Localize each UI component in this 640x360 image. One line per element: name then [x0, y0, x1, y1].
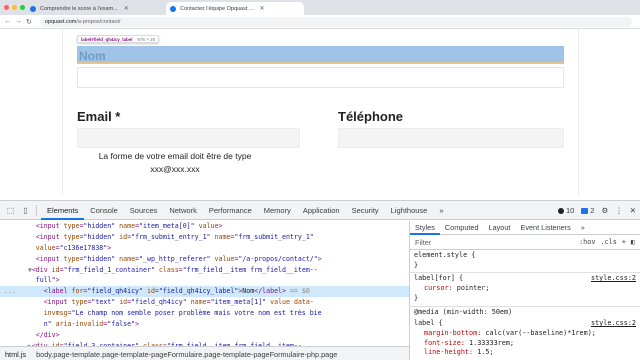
close-tab-icon[interactable]: ✕	[260, 5, 265, 12]
address-bar: ← → ↻ opquast.com/a-propos/contact/	[0, 15, 640, 29]
rule-label[interactable]: style.css:2 label { margin-bottom: calc(…	[410, 318, 640, 360]
error-line-1: La forme de votre email doit être de typ…	[98, 151, 252, 161]
tab-layout[interactable]: Layout	[484, 221, 516, 235]
nom-input[interactable]	[77, 67, 564, 88]
content-left-border	[62, 29, 63, 195]
style-rules: element.style { } style.css:2 label[for]…	[410, 250, 640, 360]
error-dot-icon	[557, 207, 564, 214]
styles-filter-bar: Filter :hov .cls + ◧	[410, 235, 640, 250]
media-query-header: @media (min-width: 50em)	[414, 307, 513, 316]
tooltip-size: 976 × 26	[137, 36, 156, 42]
styles-filter-input[interactable]: Filter	[415, 238, 579, 247]
rule-source-link[interactable]: style.css:2	[591, 319, 636, 329]
browser-tabstrip: Comprendre le score à l'exam... ✕ Contac…	[0, 0, 640, 15]
error-line-2: xxx@xxx.xxx	[150, 164, 200, 174]
devtools-panel: ⬚ ▯ Elements Console Sources Network Per…	[0, 200, 640, 360]
favicon-icon	[30, 5, 36, 12]
issues-count: 10	[565, 206, 575, 215]
sidebar-toggle-icon[interactable]: ◧	[631, 238, 635, 246]
new-rule-icon[interactable]: +	[622, 238, 626, 246]
tab-styles[interactable]: Styles	[410, 221, 440, 235]
email-error-message: La forme de votre email doit être de typ…	[80, 150, 270, 176]
browser-tab-contact[interactable]: Contactez l'équipe Opquast ... ✕	[166, 2, 304, 15]
close-window-icon[interactable]	[4, 5, 9, 10]
dom-node[interactable]: </div>	[0, 330, 409, 341]
favicon-icon	[170, 5, 176, 12]
tab-performance[interactable]: Performance	[203, 201, 258, 220]
hov-toggle[interactable]: :hov	[579, 238, 595, 246]
devtools-right-tools: 10 2 ⚙ ⋮ ✕	[557, 201, 636, 220]
tab-lighthouse[interactable]: Lighthouse	[385, 201, 434, 220]
telephone-input[interactable]	[338, 128, 564, 148]
tab-application[interactable]: Application	[297, 201, 346, 220]
issues-badge[interactable]: 10	[557, 206, 575, 215]
dom-node[interactable]: <input type="text" id="field_qh4icy" nam…	[0, 297, 409, 308]
page-viewport: Nom label#field_qh4icy_label 976 × 26 Em…	[0, 29, 640, 195]
more-tabs-button[interactable]: »	[433, 201, 449, 220]
email-input[interactable]	[77, 128, 300, 148]
close-devtools-icon[interactable]: ✕	[630, 206, 636, 215]
url-host: opquast.com	[44, 18, 77, 25]
tab-console[interactable]: Console	[84, 201, 124, 220]
browser-tab-exam[interactable]: Comprendre le score à l'exam... ✕	[26, 2, 164, 15]
tab-security[interactable]: Security	[346, 201, 385, 220]
styles-tabbar: Styles Computed Layout Event Listeners »	[410, 221, 640, 235]
url-path: /a-propos/contact/	[76, 18, 121, 25]
forward-icon[interactable]: →	[15, 18, 22, 26]
tab-elements[interactable]: Elements	[41, 201, 85, 220]
inspect-element-icon[interactable]: ⬚	[6, 206, 15, 215]
device-toolbar-icon[interactable]: ▯	[21, 206, 30, 215]
content-right-border	[578, 29, 579, 195]
telephone-label: Téléphone	[338, 109, 404, 124]
nom-label: Nom	[79, 49, 106, 63]
message-icon	[581, 207, 589, 214]
elements-tree[interactable]: <input type="hidden" name="item_meta[0]"…	[0, 221, 409, 346]
dom-node-continued[interactable]: full">	[0, 275, 409, 286]
dom-breadcrumb: html.js body.page-template.page-template…	[0, 346, 409, 360]
dom-node[interactable]: ▼<div id="frm_field_1_container" class="…	[0, 265, 409, 276]
styles-more-button[interactable]: »	[576, 221, 590, 235]
url-input[interactable]: opquast.com/a-propos/contact/	[39, 16, 632, 27]
browser-tab-title: Contactez l'équipe Opquast ...	[180, 5, 254, 12]
back-icon[interactable]: ←	[4, 18, 11, 26]
dom-node[interactable]: <input type="hidden" id="frm_submit_entr…	[0, 232, 409, 243]
rule-source-link[interactable]: style.css:2	[591, 274, 636, 284]
reload-icon[interactable]: ↻	[26, 18, 32, 26]
messages-count: 2	[590, 206, 595, 215]
rule-element-style[interactable]: element.style { }	[410, 250, 640, 274]
minimize-window-icon[interactable]	[12, 5, 17, 10]
tab-memory[interactable]: Memory	[258, 201, 297, 220]
breadcrumb-item[interactable]: body.page-template.page-template-pageFor…	[31, 350, 342, 359]
email-label: Email *	[77, 109, 121, 124]
maximize-window-icon[interactable]	[20, 5, 25, 10]
dom-node-selected[interactable]: ... <label for="field_qh4icy" id="field_…	[0, 286, 409, 298]
settings-gear-icon[interactable]: ⚙	[601, 206, 608, 215]
cls-toggle[interactable]: .cls	[600, 238, 616, 246]
inspect-highlight-nom-label: Nom	[77, 46, 564, 64]
dom-node-continued[interactable]: n" aria-invalid="false">	[0, 319, 409, 330]
dom-node[interactable]: <input type="hidden" name="_wp_http_refe…	[0, 254, 409, 265]
rule-label-for[interactable]: style.css:2 label[for] { cursor: pointer…	[410, 273, 640, 307]
nav-buttons: ← → ↻	[4, 18, 32, 26]
browser-tab-title: Comprendre le score à l'exam...	[40, 5, 118, 12]
tab-event-listeners[interactable]: Event Listeners	[515, 221, 575, 235]
dom-node-continued[interactable]: invmsg="Le champ nom semble poser problè…	[0, 308, 409, 319]
close-tab-icon[interactable]: ✕	[124, 5, 129, 12]
tab-network[interactable]: Network	[163, 201, 203, 220]
tooltip-selector: label#field_qh4icy_label	[81, 36, 133, 42]
tab-sources[interactable]: Sources	[124, 201, 164, 220]
breadcrumb-item[interactable]: html.js	[0, 350, 31, 359]
kebab-menu-icon[interactable]: ⋮	[615, 206, 623, 215]
dom-node-continued[interactable]: value="c136e17838">	[0, 243, 409, 254]
devtools-toolbar: ⬚ ▯ Elements Console Sources Network Per…	[0, 201, 640, 220]
styles-pane: Styles Computed Layout Event Listeners »…	[410, 221, 640, 360]
dom-node[interactable]: <input type="hidden" name="item_meta[0]"…	[0, 221, 409, 232]
messages-badge[interactable]: 2	[581, 206, 594, 215]
window-controls[interactable]	[4, 5, 25, 10]
inspect-tooltip: label#field_qh4icy_label 976 × 26	[77, 35, 160, 43]
toolbar-divider	[36, 204, 37, 216]
tab-computed[interactable]: Computed	[440, 221, 484, 235]
